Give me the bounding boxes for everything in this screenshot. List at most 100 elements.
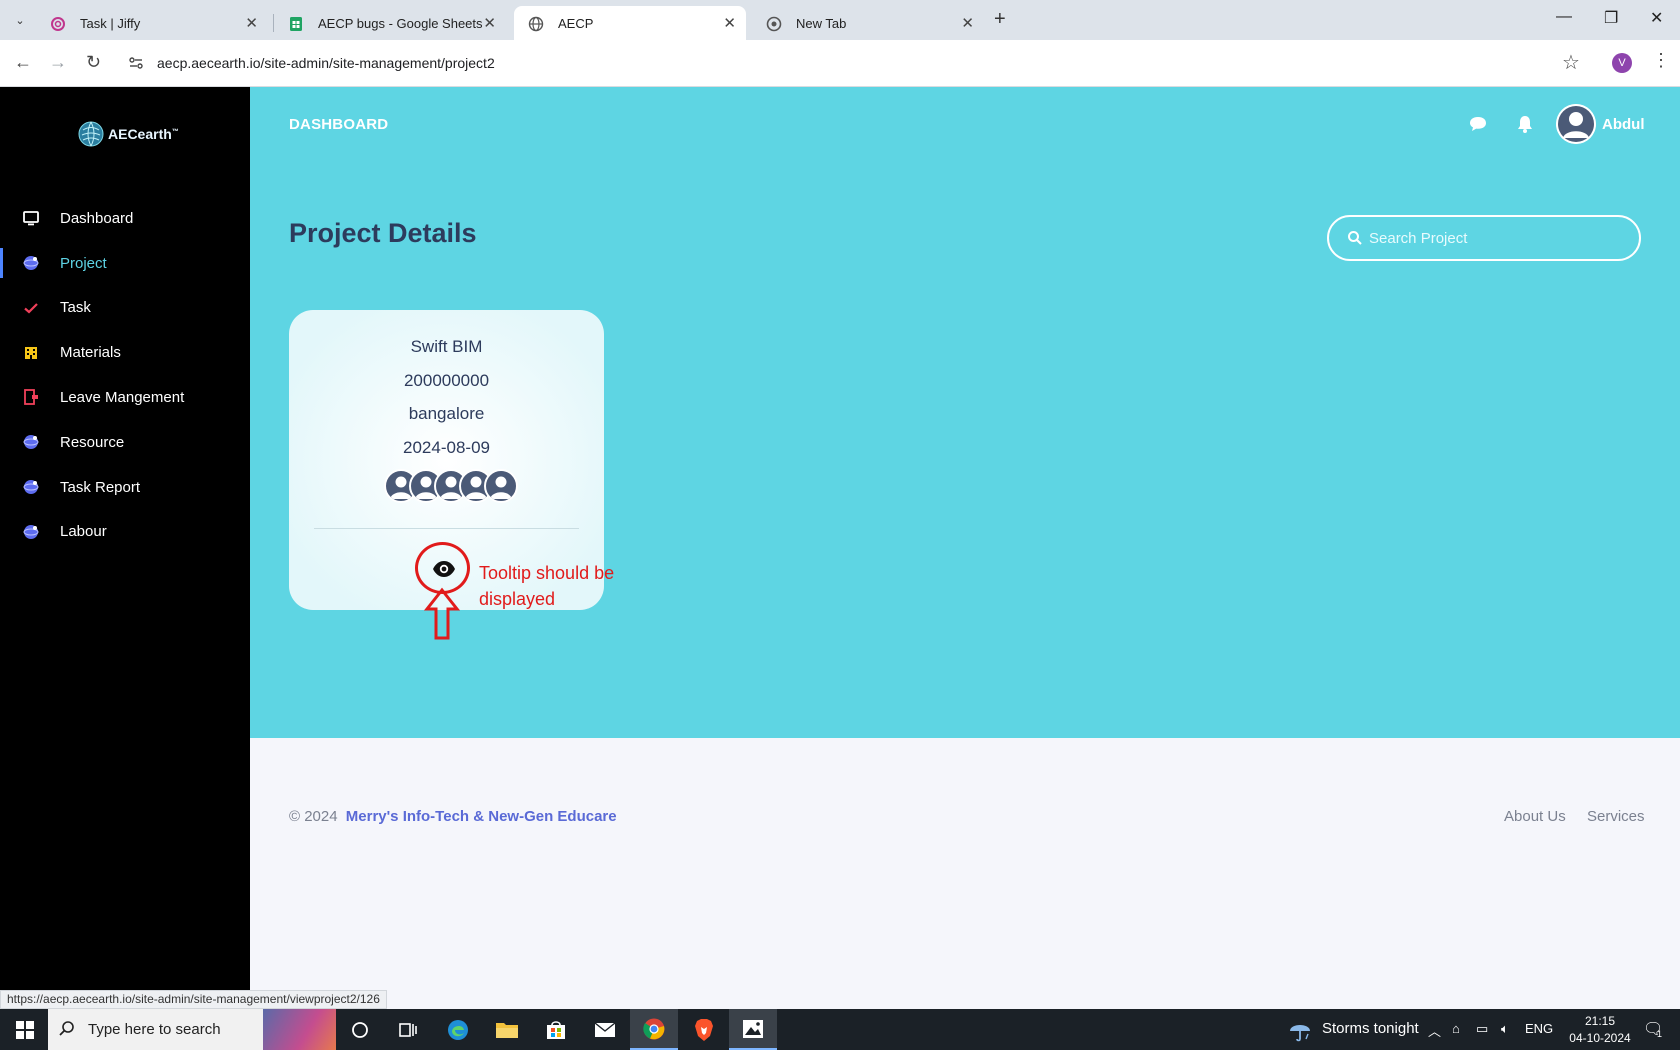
taskbar-search-box[interactable]: Type here to search: [48, 1009, 336, 1050]
mail-icon: [594, 1021, 616, 1037]
page-title: Project Details: [289, 218, 477, 248]
browser-tab-strip: ⌄ Task | Jiffy ✕ AECP bugs - Google Shee…: [0, 0, 1680, 40]
google-sheets-icon: [290, 17, 302, 31]
sidebar-item-label: Resource: [60, 433, 125, 451]
annotation-up-arrow-icon: [424, 587, 460, 640]
photos-icon: [743, 1019, 763, 1038]
sidebar-item-task-report[interactable]: Task Report: [0, 465, 250, 510]
check-icon: [24, 302, 38, 314]
browser-menu-icon[interactable]: ⋮: [1652, 50, 1670, 71]
annotation-line: Tooltip should be: [479, 563, 615, 583]
store-bag-icon: [547, 1020, 565, 1039]
taskbar-edge[interactable]: [434, 1009, 482, 1050]
task-view-icon: [399, 1022, 417, 1037]
bell-icon[interactable]: [1516, 114, 1534, 134]
folder-icon: [496, 1022, 518, 1038]
sidebar-item-project[interactable]: Project: [0, 241, 250, 286]
browser-tab-aecp[interactable]: AECP ✕: [514, 6, 746, 40]
project-members: [384, 469, 524, 503]
tab-title: AECP bugs - Google Sheets: [318, 15, 483, 31]
tab-search-button[interactable]: ⌄: [8, 8, 32, 32]
company-link[interactable]: Merry's Info-Tech & New-Gen Educare: [346, 808, 617, 825]
taskbar-mail[interactable]: [581, 1009, 629, 1050]
new-tab-button[interactable]: +: [994, 8, 1006, 31]
restore-window-button[interactable]: ❐: [1604, 8, 1618, 28]
footer-link-services[interactable]: Services: [1587, 808, 1645, 825]
search-icon: [1348, 231, 1362, 245]
profile-avatar[interactable]: V: [1612, 53, 1632, 73]
meet-now-icon[interactable]: ⌂: [1452, 1021, 1460, 1036]
site-info-icon[interactable]: [128, 55, 144, 71]
sidebar-item-label: Labour: [60, 523, 107, 541]
reload-button[interactable]: ↻: [86, 52, 101, 73]
jiffy-favicon-icon: [51, 17, 65, 31]
header-title: DASHBOARD: [289, 116, 389, 133]
brave-lion-icon: [695, 1018, 713, 1041]
close-tab-icon[interactable]: ✕: [483, 14, 496, 32]
taskbar-chrome[interactable]: [630, 1009, 678, 1050]
leave-icon: [24, 389, 38, 406]
project-number: 200000000: [403, 371, 490, 390]
footer-link-about-us[interactable]: About Us: [1504, 808, 1566, 825]
member-avatar: [484, 469, 518, 503]
weather-text[interactable]: Storms tonight: [1322, 1020, 1419, 1037]
project-location: bangalore: [408, 404, 485, 423]
address-bar-url[interactable]: aecp.aecearth.io/site-admin/site-managem…: [157, 55, 495, 71]
task-view-button[interactable]: [384, 1009, 432, 1050]
globe-logo-icon: [78, 121, 104, 147]
close-window-button[interactable]: ✕: [1650, 8, 1663, 28]
sidebar-item-materials[interactable]: Materials: [0, 330, 250, 375]
show-hidden-icons-chevron-icon[interactable]: ︿: [1428, 1021, 1441, 1040]
forward-button[interactable]: →: [49, 52, 67, 73]
sidebar-item-labour[interactable]: Labour: [0, 510, 250, 555]
minimize-window-button[interactable]: —: [1556, 8, 1572, 26]
app-logo[interactable]: AECearth™: [78, 121, 179, 147]
taskbar-clock[interactable]: 21:15 04-10-2024: [1565, 1013, 1635, 1047]
browser-tab-jiffy[interactable]: Task | Jiffy ✕: [36, 6, 268, 40]
sidebar-item-task[interactable]: Task: [0, 286, 250, 331]
globe-favicon-icon: [528, 16, 544, 32]
sidebar-item-leave-management[interactable]: Leave Mangement: [0, 375, 250, 420]
main-content: DASHBOARD Abdul Project Details Swift BI…: [250, 87, 1680, 738]
taskbar-file-explorer[interactable]: [483, 1009, 531, 1050]
globe-icon: [23, 479, 39, 494]
close-tab-icon[interactable]: ✕: [245, 14, 258, 32]
footer: © 2024 Merry's Info-Tech & New-Gen Educa…: [250, 738, 1680, 1009]
browser-tab-newtab[interactable]: New Tab ✕: [752, 6, 984, 40]
browser-tab-sheets[interactable]: AECP bugs - Google Sheets ✕: [274, 6, 506, 40]
search-input[interactable]: [1369, 227, 1619, 249]
clock-date: 04-10-2024: [1569, 1031, 1631, 1045]
taskbar-store[interactable]: [532, 1009, 580, 1050]
cortana-button[interactable]: [336, 1009, 384, 1050]
sidebar-item-label: Task Report: [60, 478, 141, 496]
chrome-icon: [643, 1018, 665, 1039]
sidebar-item-label: Task: [60, 299, 91, 317]
sidebar-item-resource[interactable]: Resource: [0, 420, 250, 465]
annotation-text: Tooltip should be displayed: [479, 560, 659, 612]
logo-text: AECearth™: [108, 126, 179, 142]
chat-icon[interactable]: [1468, 114, 1488, 134]
sidebar-item-label: Project: [60, 254, 107, 272]
taskbar-brave[interactable]: [680, 1009, 728, 1050]
search-project-field[interactable]: [1327, 215, 1641, 261]
globe-icon: [23, 434, 39, 449]
network-icon[interactable]: ▭: [1476, 1021, 1488, 1037]
user-name[interactable]: Abdul: [1602, 116, 1645, 133]
close-tab-icon[interactable]: ✕: [723, 14, 736, 32]
user-silhouette-icon: [1556, 104, 1596, 144]
language-indicator[interactable]: ENG: [1525, 1021, 1553, 1036]
windows-start-icon[interactable]: [16, 1021, 34, 1039]
taskbar-photos[interactable]: [729, 1009, 777, 1050]
sidebar-nav: Dashboard Project Task Materials Leave M…: [0, 196, 250, 554]
tab-title: Task | Jiffy: [80, 15, 141, 31]
edge-icon: [448, 1019, 468, 1040]
copyright: © 2024 Merry's Info-Tech & New-Gen Educa…: [289, 808, 617, 825]
close-tab-icon[interactable]: ✕: [961, 14, 974, 32]
user-avatar[interactable]: [1556, 104, 1596, 144]
back-button[interactable]: ←: [14, 52, 32, 73]
taskbar-search-placeholder: Type here to search: [88, 1021, 221, 1038]
sidebar: AECearth™ Dashboard Project Task Materia…: [0, 87, 250, 1009]
bookmark-star-icon[interactable]: ☆: [1562, 50, 1580, 75]
volume-icon[interactable]: 🔈︎: [1501, 1021, 1509, 1037]
sidebar-item-dashboard[interactable]: Dashboard: [0, 196, 250, 241]
